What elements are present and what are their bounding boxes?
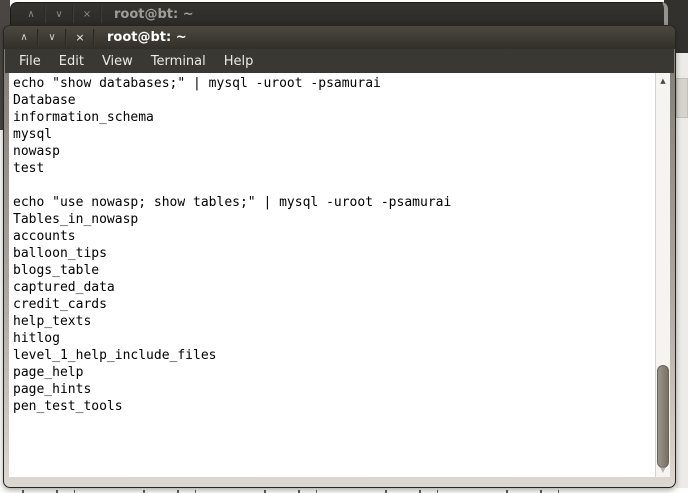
desktop: ∧ ∨ × root@bt: ~ ∧ ∨ × root@bt: ~ [0, 0, 688, 493]
window-shade-button[interactable]: ∧ [18, 6, 44, 23]
terminal-line [13, 177, 655, 194]
terminal-menubar: File Edit View Terminal Help [5, 49, 674, 73]
terminal-line: page_hints [13, 381, 655, 398]
terminal-screen[interactable]: echo "show databases;" | mysql -uroot -p… [9, 73, 655, 477]
terminal-window: ∧ ∨ × root@bt: ~ File Edit View Terminal… [3, 25, 676, 488]
scroll-down-icon: ▼ [660, 466, 665, 474]
window-title: root@bt: ~ [114, 7, 194, 22]
menu-item[interactable]: View [93, 51, 142, 72]
window-close-button[interactable]: × [74, 6, 100, 23]
terminal-area: echo "show databases;" | mysql -uroot -p… [9, 73, 670, 477]
window-shade-button[interactable]: ∧ [11, 29, 37, 46]
menu-item[interactable]: Edit [50, 51, 93, 72]
terminal-line: hitlog [13, 330, 655, 347]
terminal-line: accounts [13, 228, 655, 245]
terminal-line: balloon_tips [13, 245, 655, 262]
terminal-line: captured_data [13, 279, 655, 296]
shade-icon: ∧ [27, 10, 34, 20]
close-icon: × [75, 32, 84, 43]
background-window-sliver [676, 53, 688, 488]
terminal-line: level_1_help_include_files [13, 347, 655, 364]
button-separator [93, 29, 95, 46]
scroll-down-button[interactable]: ▼ [656, 463, 670, 476]
terminal-line: credit_cards [13, 296, 655, 313]
terminal-line: echo "show databases;" | mysql -uroot -p… [13, 75, 655, 92]
terminal-line: nowasp [13, 143, 655, 160]
terminal-line: blogs_table [13, 262, 655, 279]
terminal-line: information_schema [13, 109, 655, 126]
button-separator [100, 6, 102, 23]
minimize-icon: ∨ [55, 10, 62, 20]
terminal-line: Database [13, 92, 655, 109]
scroll-up-icon: ▲ [660, 77, 665, 85]
menu-item[interactable]: Help [215, 51, 263, 72]
terminal-line: echo "use nowasp; show tables;" | mysql … [13, 194, 655, 211]
background-window-scrollbar-sliver [676, 78, 688, 118]
terminal-window-titlebar[interactable]: ∧ ∨ × root@bt: ~ [4, 26, 675, 49]
terminal-line: page_help [13, 364, 655, 381]
scroll-up-button[interactable]: ▲ [656, 74, 670, 87]
scrollbar-track[interactable]: ▲ ▼ [655, 73, 670, 477]
close-icon: × [83, 10, 91, 20]
background-window-controls: ∧ ∨ × [18, 3, 102, 26]
shade-icon: ∧ [20, 33, 27, 43]
window-title: root@bt: ~ [107, 30, 187, 45]
window-minimize-button[interactable]: ∨ [39, 29, 65, 46]
window-close-button[interactable]: × [67, 29, 93, 46]
window-minimize-button[interactable]: ∨ [46, 6, 72, 23]
menu-item[interactable]: File [10, 51, 50, 72]
window-controls: ∧ ∨ × [11, 26, 95, 49]
minimize-icon: ∨ [48, 33, 55, 43]
terminal-line: pen_test_tools [13, 398, 655, 415]
terminal-line: mysql [13, 126, 655, 143]
scrollbar-thumb[interactable] [657, 365, 669, 468]
terminal-line: help_texts [13, 313, 655, 330]
menu-item[interactable]: Terminal [142, 51, 215, 72]
background-window-titlebar[interactable]: ∧ ∨ × root@bt: ~ [11, 3, 664, 26]
terminal-line: Tables_in_nowasp [13, 211, 655, 228]
terminal-line: test [13, 160, 655, 177]
